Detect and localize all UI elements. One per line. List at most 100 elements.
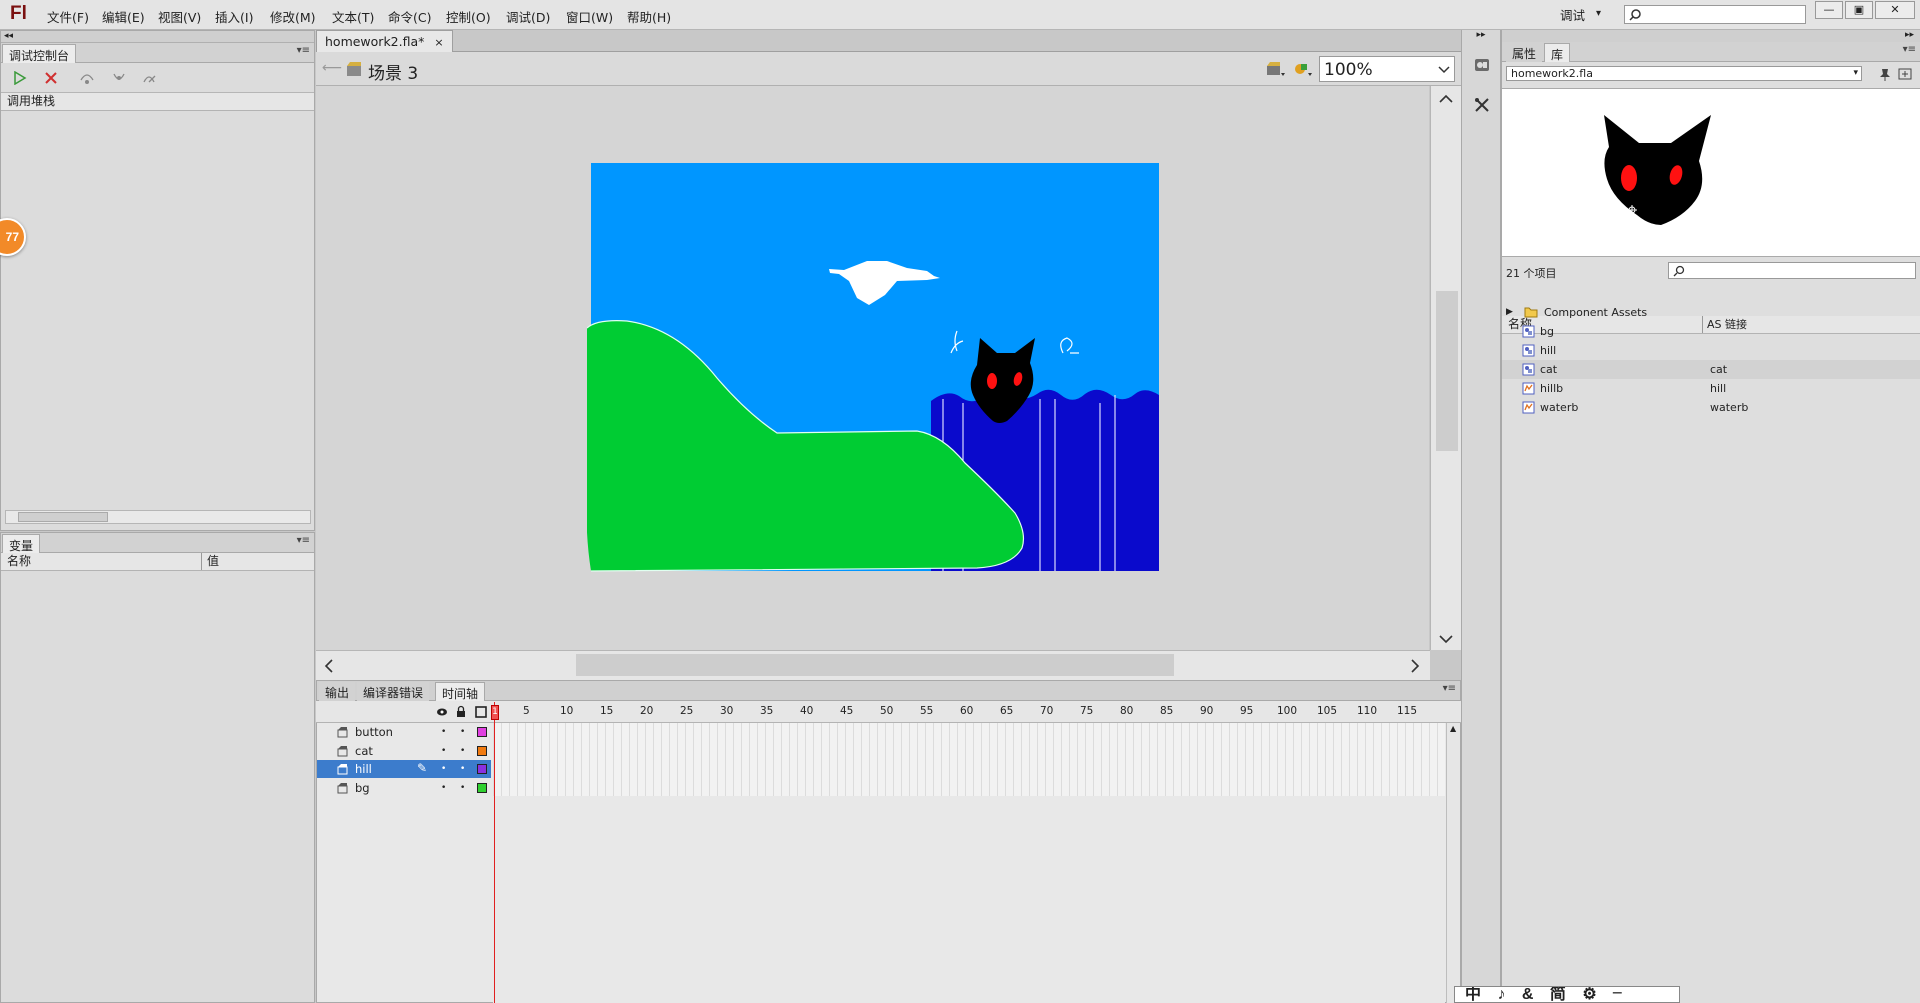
layer-icon <box>337 782 348 793</box>
scrollbar-thumb[interactable] <box>18 512 108 522</box>
menu-control[interactable]: 控制(O) <box>446 7 491 26</box>
chevron-up-icon[interactable] <box>1439 94 1453 104</box>
menu-window[interactable]: 窗口(W) <box>566 7 613 26</box>
tab-variables[interactable]: 变量 <box>2 534 41 553</box>
visibility-dot[interactable]: • <box>441 742 446 760</box>
panel-menu-icon[interactable]: ▾≡ <box>297 535 310 546</box>
layer-icon <box>337 745 348 756</box>
panel-menu-icon[interactable]: ▾≡ <box>1903 44 1916 55</box>
library-item[interactable]: hill <box>1502 341 1920 360</box>
library-item[interactable]: cat cat <box>1502 360 1920 379</box>
tab-properties[interactable]: 属性 <box>1506 43 1543 62</box>
tab-output[interactable]: 输出 <box>319 682 356 701</box>
dock-expand-bar[interactable]: ▸▸ <box>1462 30 1500 42</box>
maximize-button[interactable]: ▣ <box>1845 1 1873 19</box>
zoom-select[interactable]: 100% <box>1319 56 1455 82</box>
document-tab[interactable]: homework2.fla* × <box>316 30 453 52</box>
workspace-switcher[interactable]: 调试 <box>1560 5 1585 24</box>
frame-number-label: 65 <box>1000 705 1014 717</box>
components-icon[interactable] <box>1473 56 1491 74</box>
library-item[interactable]: waterb waterb <box>1502 398 1920 417</box>
panel-menu-icon[interactable]: ▾≡ <box>297 45 310 56</box>
back-arrow-icon[interactable]: ⟵ <box>322 60 342 76</box>
scrollbar-thumb[interactable] <box>1436 291 1458 451</box>
scrollbar-thumb[interactable] <box>576 654 1174 676</box>
step-over-icon[interactable] <box>79 70 95 86</box>
pin-icon[interactable] <box>1878 67 1892 81</box>
stop-debug-icon[interactable] <box>44 71 58 85</box>
step-in-icon[interactable] <box>111 70 127 86</box>
close-button[interactable]: ✕ <box>1875 1 1915 19</box>
layer-color-swatch[interactable] <box>477 764 487 774</box>
tab-debug-console[interactable]: 调试控制台 <box>2 44 77 63</box>
lock-dot[interactable]: • <box>460 742 465 760</box>
panel-menu-icon[interactable]: ▾≡ <box>1443 683 1456 694</box>
timeline-vertical-scrollbar[interactable]: ▲ <box>1446 723 1460 1003</box>
lock-dot[interactable]: • <box>460 723 465 741</box>
layer-color-swatch[interactable] <box>477 782 487 793</box>
step-out-icon[interactable] <box>141 70 157 86</box>
workspace-caret-icon[interactable]: ▾ <box>1596 8 1601 19</box>
menu-help[interactable]: 帮助(H) <box>627 7 671 26</box>
tab-library[interactable]: 库 <box>1544 43 1571 62</box>
chevron-right-icon[interactable] <box>1410 659 1420 673</box>
eye-icon[interactable] <box>436 706 448 718</box>
menu-text[interactable]: 文本(T) <box>332 7 374 26</box>
ime-toolbar[interactable]: 中 ♪ & 简 ⚙ ╴ <box>1454 986 1680 1003</box>
horizontal-scrollbar[interactable] <box>5 510 311 524</box>
menu-commands[interactable]: 命令(C) <box>388 7 431 26</box>
minimize-button[interactable]: — <box>1815 1 1843 19</box>
stage-horizontal-scrollbar[interactable] <box>316 650 1430 680</box>
playhead[interactable]: 1 <box>491 705 499 720</box>
tools-icon[interactable] <box>1473 96 1491 114</box>
menu-view[interactable]: 视图(V) <box>158 7 201 26</box>
variables-panel: 变量 ▾≡ 名称 值 <box>0 532 315 1003</box>
library-item-list: ▶ Component Assets bg hill cat cat hillb hill wa… <box>1502 303 1920 417</box>
continue-icon[interactable] <box>13 71 27 85</box>
layer-color-swatch[interactable] <box>477 745 487 756</box>
lock-dot[interactable]: • <box>460 779 465 797</box>
library-item[interactable]: ▶ Component Assets <box>1502 303 1920 322</box>
menu-file[interactable]: 文件(F) <box>47 7 89 26</box>
stage-canvas[interactable] <box>587 163 1159 579</box>
visibility-dot[interactable]: • <box>441 779 446 797</box>
frame-ruler[interactable]: 5 10 15 20 25 30 35 40 45 50 55 60 65 70 75 80 85 90 95 100… <box>493 701 1445 723</box>
frame-grid[interactable] <box>493 723 1445 797</box>
visibility-dot[interactable]: • <box>441 723 446 741</box>
expand-arrow-icon[interactable]: ▶ <box>1506 303 1513 322</box>
frame-number-label: 5 <box>523 705 530 717</box>
menu-debug[interactable]: 调试(D) <box>506 7 550 26</box>
menu-modify[interactable]: 修改(M) <box>270 7 316 26</box>
new-library-panel-icon[interactable] <box>1898 67 1912 81</box>
panel-collapse-bar[interactable]: ◂◂ <box>1 31 314 43</box>
edit-scene-icon[interactable] <box>1266 60 1286 78</box>
scroll-up-icon[interactable]: ▲ <box>1450 724 1456 733</box>
panel-collapse-bar[interactable]: ▸▸ <box>1502 30 1920 42</box>
tab-compiler-errors[interactable]: 编译器错误 <box>357 682 430 701</box>
layer-row[interactable]: cat • • <box>317 742 491 760</box>
item-count: 21 个项目 <box>1506 267 1557 280</box>
outline-icon[interactable] <box>475 706 487 718</box>
layer-color-swatch[interactable] <box>477 727 487 737</box>
chevron-down-icon[interactable] <box>1439 634 1453 644</box>
menu-edit[interactable]: 编辑(E) <box>102 7 145 26</box>
library-search-input[interactable] <box>1668 262 1916 279</box>
menu-insert[interactable]: 插入(I) <box>215 7 253 26</box>
frame-number-label: 110 <box>1357 705 1378 717</box>
edit-symbols-icon[interactable] <box>1293 60 1313 78</box>
help-search-input[interactable] <box>1624 5 1806 24</box>
close-tab-icon[interactable]: × <box>434 36 443 49</box>
tab-timeline[interactable]: 时间轴 <box>435 682 486 701</box>
layer-row[interactable]: button • • <box>317 723 491 741</box>
visibility-dot[interactable]: • <box>441 760 446 778</box>
layer-row[interactable]: hill ✎ • • <box>317 760 491 778</box>
library-item[interactable]: hillb hill <box>1502 379 1920 398</box>
stage-vertical-scrollbar[interactable] <box>1430 86 1461 650</box>
library-item[interactable]: bg <box>1502 322 1920 341</box>
library-file-select[interactable]: homework2.fla ▾ <box>1506 66 1862 81</box>
layer-row[interactable]: bg • • <box>317 779 491 797</box>
chevron-left-icon[interactable] <box>324 659 334 673</box>
lock-dot[interactable]: • <box>460 760 465 778</box>
pasteboard[interactable] <box>316 86 1429 650</box>
lock-icon[interactable] <box>455 705 467 718</box>
